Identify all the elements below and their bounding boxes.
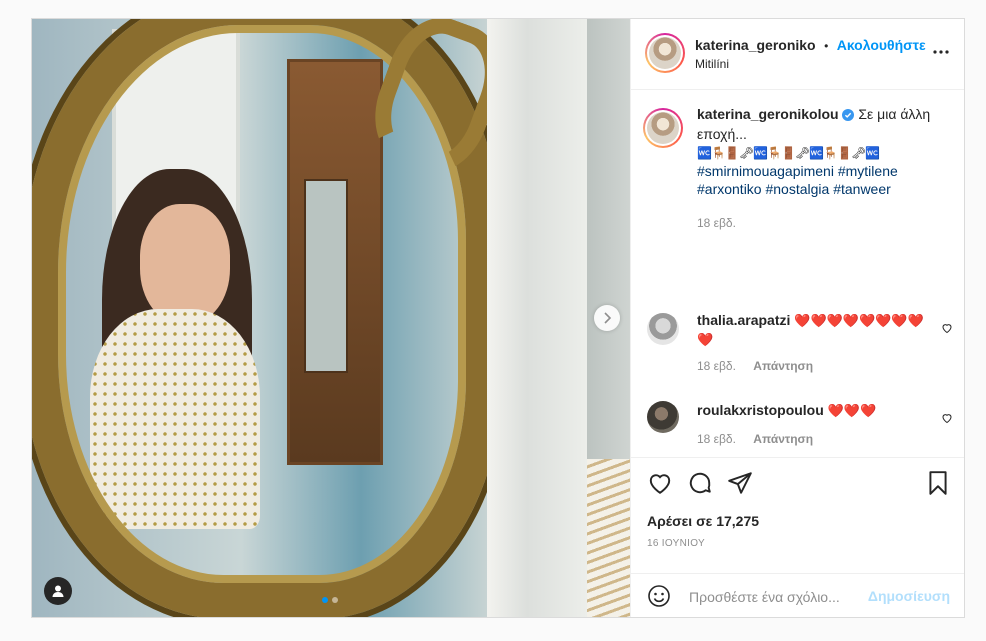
more-options-icon[interactable] xyxy=(933,43,949,54)
comment-item: thalia.arapatzi ❤️❤️❤️❤️❤️❤️❤️❤️❤️ 18 εβ… xyxy=(643,311,959,381)
add-comment-bar: Δημοσίευση xyxy=(631,573,964,617)
caption-avatar-ring[interactable] xyxy=(643,108,683,148)
carousel-dot xyxy=(332,597,338,603)
story-ring[interactable] xyxy=(645,33,685,73)
emoji-icon[interactable] xyxy=(647,584,671,613)
comment-time[interactable]: 18 εβδ. xyxy=(697,359,736,373)
comment-item: roulakxristopoulou ❤️❤️❤️ 18 εβδ. Απάντη… xyxy=(643,401,959,453)
heart-icon[interactable] xyxy=(941,411,953,424)
author-username[interactable]: katerina_geroniko xyxy=(695,37,816,53)
post-dialog: katerina_geroniko • Ακολουθήστε Mitilíni… xyxy=(31,18,965,618)
caption-time[interactable]: 18 εβδ. xyxy=(697,214,947,232)
comment-input[interactable] xyxy=(687,584,881,610)
comment-icon[interactable] xyxy=(687,470,713,501)
heart-icon[interactable] xyxy=(647,470,673,501)
commenter-username[interactable]: thalia.arapatzi xyxy=(697,312,790,328)
bookmark-icon[interactable] xyxy=(925,470,951,501)
comment-time[interactable]: 18 εβδ. xyxy=(697,432,736,446)
caption-username[interactable]: katerina_geronikolou xyxy=(697,106,839,122)
next-photo-peek xyxy=(587,459,630,617)
avatar xyxy=(647,112,679,144)
user-tag-icon[interactable] xyxy=(44,577,72,605)
follow-separator: • xyxy=(824,39,829,53)
hashtag[interactable]: #mytilene xyxy=(838,163,898,179)
chevron-right-icon[interactable] xyxy=(594,305,620,331)
hashtag[interactable]: #tanweer xyxy=(833,181,891,197)
comment-body: roulakxristopoulou ❤️❤️❤️ 18 εβδ. Απάντη… xyxy=(697,401,933,449)
post-photo[interactable] xyxy=(32,19,630,617)
header-line: katerina_geroniko • Ακολουθήστε xyxy=(695,37,926,55)
follow-button[interactable]: Ακολουθήστε xyxy=(837,37,926,53)
caption-body: katerina_geronikolou Σε μια άλλη εποχή..… xyxy=(697,105,947,232)
heart-icon[interactable] xyxy=(941,321,953,334)
post-caption: katerina_geronikolou Σε μια άλλη εποχή..… xyxy=(643,105,953,245)
comment-text: ❤️❤️❤️ xyxy=(827,403,877,418)
hashtag[interactable]: #smirnimouagapimeni xyxy=(697,163,834,179)
comment-meta: 18 εβδ. Απάντηση xyxy=(697,357,933,376)
wall-panel xyxy=(487,19,587,617)
reply-button[interactable]: Απάντηση xyxy=(753,432,813,446)
commenter-username[interactable]: roulakxristopoulou xyxy=(697,402,824,418)
reply-button[interactable]: Απάντηση xyxy=(753,359,813,373)
post-comment-button[interactable]: Δημοσίευση xyxy=(868,588,950,604)
comment-meta: 18 εβδ. Απάντηση xyxy=(697,430,933,449)
comment-body: thalia.arapatzi ❤️❤️❤️❤️❤️❤️❤️❤️❤️ 18 εβ… xyxy=(697,311,933,376)
avatar xyxy=(649,37,681,69)
hashtag[interactable]: #nostalgia xyxy=(765,181,829,197)
verified-badge-icon xyxy=(842,107,855,125)
post-sidebar: katerina_geroniko • Ακολουθήστε Mitilíni… xyxy=(630,19,964,617)
caption-emoji-line: 🚾🪑🚪🗝🚾🪑🚪🗝🚾🪑🚪🗝🚾 xyxy=(697,146,880,160)
commenter-avatar[interactable] xyxy=(647,401,679,433)
likes-count[interactable]: Αρέσει σε 17,275 xyxy=(647,513,759,529)
commenter-avatar[interactable] xyxy=(647,313,679,345)
post-actions: Αρέσει σε 17,275 16 ΙΟΥΝΙΟΥ xyxy=(631,457,964,578)
carousel-indicator xyxy=(322,597,338,603)
location-link[interactable]: Mitilíni xyxy=(695,57,729,71)
post-date[interactable]: 16 ΙΟΥΝΙΟΥ xyxy=(647,538,705,549)
post-header: katerina_geroniko • Ακολουθήστε Mitilíni xyxy=(631,19,964,90)
share-icon[interactable] xyxy=(727,470,753,501)
hashtag[interactable]: #arxontiko xyxy=(697,181,762,197)
carousel-dot-active xyxy=(322,597,328,603)
